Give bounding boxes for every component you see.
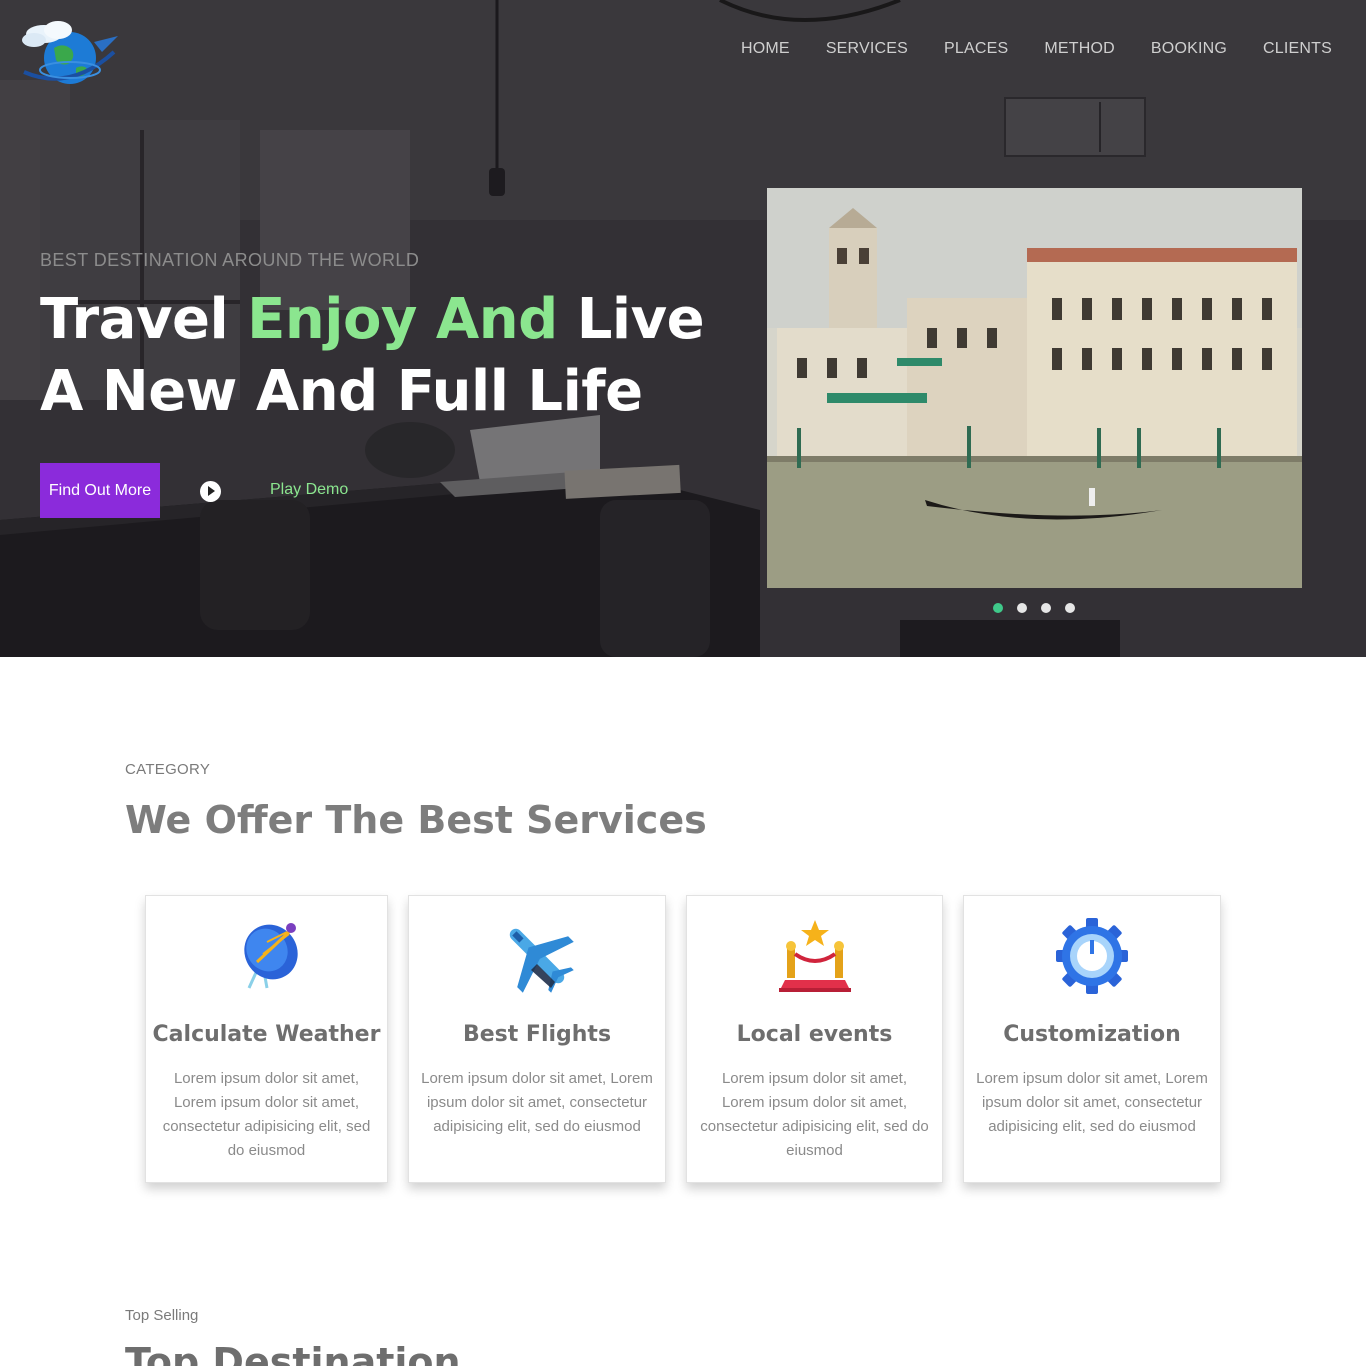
hero-eyebrow: BEST DESTINATION AROUND THE WORLD: [40, 250, 420, 270]
globe-plane-logo[interactable]: [14, 12, 120, 88]
service-card-flights[interactable]: Best Flights Lorem ipsum dolor sit amet,…: [408, 895, 666, 1183]
hero-headline: Travel Enjoy And Live A New And Full Lif…: [40, 284, 740, 428]
play-demo-link[interactable]: Play Demo: [270, 481, 348, 499]
services-title: We Offer The Best Services: [125, 798, 707, 842]
headline-part2: Live: [557, 287, 705, 352]
find-out-more-button[interactable]: Find Out More: [40, 463, 160, 518]
card-text: Lorem ipsum dolor sit amet, Lorem ipsum …: [700, 1070, 929, 1159]
satellite-dish-icon: [243, 923, 298, 989]
card-title: Calculate Weather: [152, 1022, 381, 1047]
gear-dial-icon: [1056, 918, 1128, 994]
slider-dot-2[interactable]: [1017, 603, 1027, 613]
top-selling-label: Top Selling: [125, 1307, 199, 1324]
card-text: Lorem ipsum dolor sit amet, Lorem ipsum …: [976, 1070, 1208, 1135]
service-card-events[interactable]: Local events Lorem ipsum dolor sit amet,…: [686, 895, 943, 1183]
play-icon[interactable]: [200, 481, 221, 502]
hero-slide-image: [767, 188, 1302, 588]
slider-dots: [993, 603, 1075, 613]
nav-services[interactable]: SERVICES: [826, 40, 908, 58]
card-title: Local events: [736, 1022, 893, 1047]
card-text: Lorem ipsum dolor sit amet, Lorem ipsum …: [162, 1070, 371, 1159]
main-nav: HOME SERVICES PLACES METHOD BOOKING CLIE…: [705, 40, 1332, 58]
headline-part1: Travel: [40, 287, 248, 352]
service-card-weather[interactable]: Calculate Weather Lorem ipsum dolor sit …: [145, 895, 388, 1183]
slider-dot-3[interactable]: [1041, 603, 1051, 613]
slider-dot-1[interactable]: [993, 603, 1003, 613]
venice-canal-photo: [767, 188, 1302, 588]
slider-dot-4[interactable]: [1065, 603, 1075, 613]
card-text: Lorem ipsum dolor sit amet, Lorem ipsum …: [421, 1070, 653, 1135]
nav-booking[interactable]: BOOKING: [1151, 40, 1227, 58]
nav-places[interactable]: PLACES: [944, 40, 1008, 58]
nav-home[interactable]: HOME: [741, 40, 790, 58]
nav-clients[interactable]: CLIENTS: [1263, 40, 1332, 58]
card-title: Best Flights: [462, 1022, 612, 1047]
top-destination-title: Top Destination: [125, 1340, 461, 1366]
airplane-icon: [509, 928, 574, 993]
card-title: Customization: [1003, 1022, 1181, 1047]
service-card-customization[interactable]: Customization Lorem ipsum dolor sit amet…: [963, 895, 1221, 1183]
headline-accent: Enjoy And: [247, 287, 558, 352]
hero-section: HOME SERVICES PLACES METHOD BOOKING CLIE…: [0, 0, 1366, 657]
category-label: CATEGORY: [125, 761, 211, 778]
nav-method[interactable]: METHOD: [1044, 40, 1115, 58]
red-carpet-star-icon: [778, 920, 851, 992]
headline-line2: A New And Full Life: [40, 359, 643, 424]
